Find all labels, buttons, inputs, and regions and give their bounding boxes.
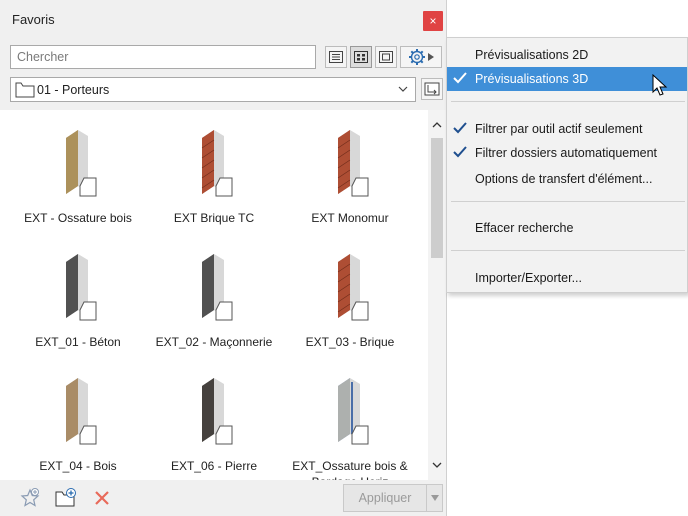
wall-preview-thumbnail bbox=[184, 372, 244, 452]
close-icon: × bbox=[429, 14, 437, 28]
caret-down-icon bbox=[430, 495, 439, 501]
favorite-item[interactable]: EXT Monomur bbox=[280, 124, 420, 226]
apply-options-button[interactable] bbox=[427, 484, 443, 512]
menu-item-preview-3d[interactable]: Prévisualisations 3D bbox=[447, 67, 687, 91]
folder-name: 01 - Porteurs bbox=[37, 83, 110, 97]
favorite-item[interactable]: EXT_03 - Brique bbox=[280, 248, 420, 350]
single-view-button[interactable] bbox=[375, 46, 397, 68]
single-view-icon bbox=[379, 51, 393, 63]
wall-preview-thumbnail bbox=[48, 124, 108, 204]
menu-item-filter-folders[interactable]: Filtrer dossiers automatiquement bbox=[447, 141, 687, 165]
folder-up-icon bbox=[424, 82, 440, 96]
wall-preview-thumbnail bbox=[320, 372, 380, 452]
chevron-down-icon bbox=[398, 86, 408, 92]
favorite-item[interactable]: EXT_06 - Pierre bbox=[144, 372, 284, 474]
menu-item-label: Filtrer par outil actif seulement bbox=[475, 122, 643, 136]
grid-view-icon bbox=[354, 51, 368, 63]
options-menu-button[interactable] bbox=[400, 46, 442, 68]
scrollbar-thumb[interactable] bbox=[431, 138, 443, 258]
favorite-item-label: EXT_06 - Pierre bbox=[170, 459, 258, 473]
caret-right-icon bbox=[428, 53, 434, 61]
folder-icon bbox=[15, 82, 35, 98]
grid-view-button[interactable] bbox=[350, 46, 372, 68]
scroll-up-button[interactable] bbox=[428, 118, 446, 132]
menu-item-label: Filtrer dossiers automatiquement bbox=[475, 146, 658, 160]
favorite-item-label: EXT_03 - Brique bbox=[305, 335, 395, 349]
delete-button[interactable] bbox=[90, 486, 114, 510]
favorites-panel: Favoris × Chercher 01 - Porteurs EXT - O… bbox=[0, 0, 447, 516]
panel-title: Favoris bbox=[12, 12, 55, 27]
favorite-item[interactable]: EXT_04 - Bois bbox=[8, 372, 148, 474]
favorite-item-label: EXT Monomur bbox=[311, 211, 389, 225]
list-view-icon bbox=[329, 51, 343, 63]
favorite-item-label: EXT_01 - Béton bbox=[35, 335, 121, 349]
favorite-item[interactable]: EXT Brique TC bbox=[144, 124, 284, 226]
title-bar: Favoris × bbox=[0, 0, 446, 40]
menu-item-import-export[interactable]: Importer/Exporter... bbox=[447, 266, 687, 290]
list-view-button[interactable] bbox=[325, 46, 347, 68]
new-folder-button[interactable] bbox=[54, 486, 78, 510]
close-button[interactable]: × bbox=[423, 11, 443, 31]
wall-preview-thumbnail bbox=[184, 124, 244, 204]
menu-item-clear-search[interactable]: Effacer recherche bbox=[447, 216, 687, 240]
search-input[interactable] bbox=[10, 45, 316, 69]
menu-item-label: Options de transfert d'élément... bbox=[475, 172, 653, 186]
favorites-grid: EXT - Ossature bois EXT Brique TC EXT Mono… bbox=[0, 110, 428, 480]
mouse-cursor-icon bbox=[652, 74, 668, 96]
favorite-item-label: EXT_02 - Maçonnerie bbox=[155, 335, 273, 349]
folder-add-icon bbox=[55, 488, 76, 507]
menu-item-label: Prévisualisations 2D bbox=[475, 48, 589, 62]
favorite-item-label: EXT Brique TC bbox=[173, 211, 255, 225]
menu-item-filter-active-tool[interactable]: Filtrer par outil actif seulement bbox=[447, 117, 687, 141]
chevron-down-icon bbox=[432, 462, 442, 468]
menu-item-label: Prévisualisations 3D bbox=[475, 72, 589, 86]
wall-preview-thumbnail bbox=[320, 124, 380, 204]
wall-preview-thumbnail bbox=[320, 248, 380, 328]
favorite-item[interactable]: EXT - Ossature bois bbox=[8, 124, 148, 226]
favorite-item[interactable]: EXT_Ossature bois & Bardage Horiz bbox=[280, 372, 420, 480]
menu-item-preview-2d[interactable]: Prévisualisations 2D bbox=[447, 43, 687, 67]
checkmark-icon bbox=[453, 72, 467, 84]
apply-label: Appliquer bbox=[358, 491, 412, 505]
checkmark-icon bbox=[453, 122, 467, 134]
apply-button[interactable]: Appliquer bbox=[343, 484, 427, 512]
menu-item-label: Effacer recherche bbox=[475, 221, 574, 235]
chevron-up-icon bbox=[432, 122, 442, 128]
gear-icon bbox=[409, 49, 425, 65]
favorite-item-label: EXT_Ossature bois & Bardage Horiz bbox=[292, 459, 408, 480]
menu-separator bbox=[451, 101, 685, 102]
favorite-item-label: EXT_04 - Bois bbox=[39, 459, 117, 473]
delete-icon bbox=[95, 491, 109, 505]
checkmark-icon bbox=[453, 146, 467, 158]
menu-separator bbox=[451, 201, 685, 202]
add-favorite-button[interactable] bbox=[18, 486, 42, 510]
folder-dropdown[interactable]: 01 - Porteurs bbox=[10, 77, 416, 102]
wall-preview-thumbnail bbox=[184, 248, 244, 328]
star-add-icon bbox=[20, 488, 40, 507]
wall-preview-thumbnail bbox=[48, 248, 108, 328]
parent-folder-button[interactable] bbox=[421, 78, 443, 100]
wall-preview-thumbnail bbox=[48, 372, 108, 452]
favorite-item[interactable]: EXT_01 - Béton bbox=[8, 248, 148, 350]
menu-separator bbox=[451, 250, 685, 251]
favorite-item[interactable]: EXT_02 - Maçonnerie bbox=[144, 248, 284, 350]
menu-item-transfer-options[interactable]: Options de transfert d'élément... bbox=[447, 167, 687, 191]
favorite-item-label: EXT - Ossature bois bbox=[24, 211, 132, 225]
scroll-down-button[interactable] bbox=[428, 458, 446, 472]
menu-item-label: Importer/Exporter... bbox=[475, 271, 582, 285]
